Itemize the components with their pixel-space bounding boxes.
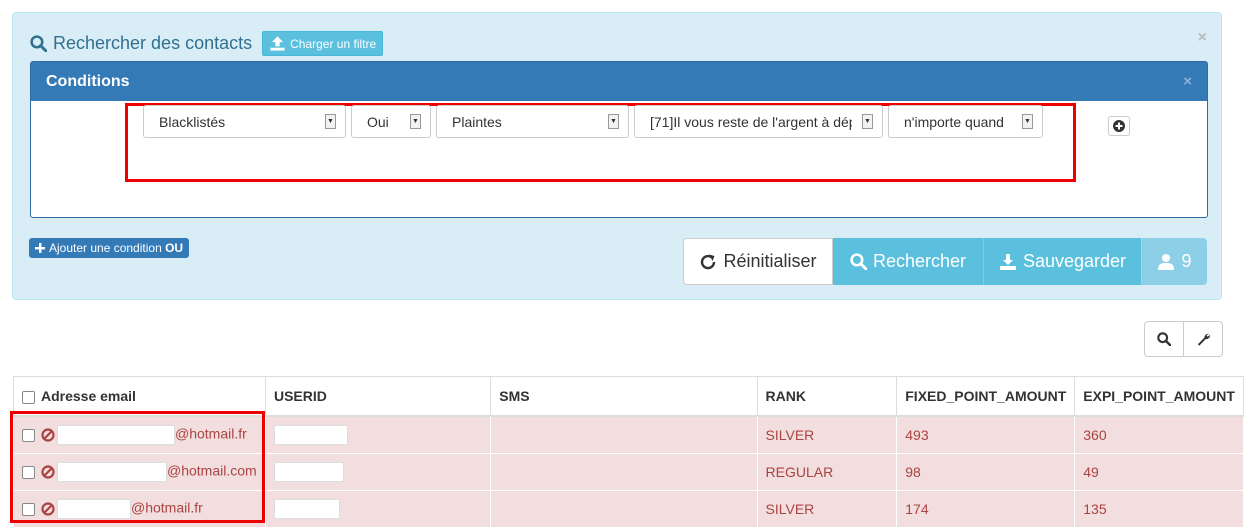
search-icon bbox=[850, 253, 867, 270]
search-icon bbox=[30, 35, 47, 52]
user-icon bbox=[1158, 253, 1175, 270]
column-label: Adresse email bbox=[41, 388, 136, 404]
column-header-expi-point[interactable]: EXPI_POINT_AMOUNT bbox=[1074, 376, 1244, 417]
save-label: Sauvegarder bbox=[1022, 251, 1127, 271]
redacted-userid bbox=[273, 499, 340, 519]
condition-select-bool[interactable]: Oui ▼ bbox=[351, 105, 431, 138]
redacted-userid bbox=[273, 425, 348, 445]
chevron-down-icon: ▼ bbox=[862, 114, 873, 129]
chevron-down-icon: ▼ bbox=[1022, 114, 1033, 129]
plus-icon bbox=[35, 243, 45, 253]
column-header-sms[interactable]: SMS bbox=[490, 376, 758, 417]
userid-cell bbox=[264, 415, 492, 454]
select-all-checkbox[interactable] bbox=[22, 390, 35, 404]
column-header-fixed-point[interactable]: FIXED_POINT_AMOUNT bbox=[896, 376, 1076, 417]
search-icon bbox=[1157, 332, 1171, 346]
table-search-button[interactable] bbox=[1145, 322, 1183, 356]
add-condition-and-button[interactable] bbox=[1108, 116, 1130, 136]
fixed-point-cell: 174 bbox=[896, 490, 1076, 528]
condition-select-type[interactable]: Plaintes ▼ bbox=[436, 105, 629, 138]
plus-circle-icon bbox=[1113, 120, 1125, 132]
upload-icon bbox=[270, 36, 285, 51]
search-button[interactable]: Rechercher bbox=[833, 238, 983, 285]
fixed-point-cell: 98 bbox=[896, 453, 1076, 491]
chevron-down-icon: ▼ bbox=[410, 114, 421, 129]
rank-cell: REGULAR bbox=[756, 453, 898, 491]
condition-select-field[interactable]: Blacklistés ▼ bbox=[143, 105, 346, 138]
search-label: Rechercher bbox=[872, 251, 967, 271]
select-value: Blacklistés bbox=[159, 113, 226, 130]
column-header-userid[interactable]: USERID bbox=[264, 376, 492, 417]
download-icon bbox=[999, 253, 1016, 270]
add-or-label: Ajouter une condition bbox=[49, 241, 166, 255]
panel-title-text: Rechercher des contacts bbox=[53, 33, 253, 53]
rank-cell: SILVER bbox=[756, 415, 898, 454]
wrench-icon bbox=[1197, 333, 1210, 346]
conditions-header: Conditions × bbox=[31, 62, 1207, 101]
select-value: Plaintes bbox=[452, 113, 502, 130]
table-tools bbox=[1144, 321, 1223, 357]
redacted-userid bbox=[273, 462, 344, 482]
chevron-down-icon: ▼ bbox=[608, 114, 619, 129]
expi-point-cell: 360 bbox=[1074, 415, 1244, 454]
contact-count: 9 bbox=[1181, 251, 1192, 271]
refresh-icon bbox=[701, 254, 716, 269]
sms-cell bbox=[490, 490, 758, 528]
condition-select-when[interactable]: n'importe quand ▼ bbox=[888, 105, 1043, 138]
load-filter-label: Charger un filtre bbox=[290, 36, 377, 51]
load-filter-button[interactable]: Charger un filtre bbox=[262, 31, 384, 56]
save-button[interactable]: Sauvegarder bbox=[983, 238, 1141, 285]
add-or-condition-button[interactable]: Ajouter une condition OU bbox=[29, 238, 190, 258]
add-or-bold: OU bbox=[165, 241, 184, 255]
fixed-point-cell: 493 bbox=[896, 415, 1076, 454]
sms-cell bbox=[490, 453, 758, 491]
rank-cell: SILVER bbox=[756, 490, 898, 528]
close-conditions-icon[interactable]: × bbox=[1183, 73, 1192, 90]
select-value: [71]Il vous reste de l'argent à dép bbox=[650, 113, 852, 130]
action-buttons: Réinitialiser Rechercher Sauvegarder 9 bbox=[683, 238, 1207, 285]
column-header-rank[interactable]: RANK bbox=[756, 376, 898, 417]
userid-cell bbox=[264, 453, 492, 491]
select-value: n'importe quand bbox=[904, 113, 1004, 130]
table-settings-button[interactable] bbox=[1183, 322, 1222, 356]
sms-cell bbox=[490, 415, 758, 454]
chevron-down-icon: ▼ bbox=[325, 114, 336, 129]
userid-cell bbox=[264, 490, 492, 528]
reset-button[interactable]: Réinitialiser bbox=[683, 238, 833, 285]
close-panel-icon[interactable]: × bbox=[1198, 29, 1207, 47]
panel-title: Rechercher des contacts Charger un filtr… bbox=[30, 31, 384, 56]
conditions-title: Conditions bbox=[46, 72, 130, 90]
condition-select-campaign[interactable]: [71]Il vous reste de l'argent à dép ▼ bbox=[634, 105, 883, 138]
contact-count-button[interactable]: 9 bbox=[1141, 238, 1207, 285]
reset-label: Réinitialiser bbox=[723, 251, 817, 271]
highlight-emails bbox=[10, 411, 265, 523]
expi-point-cell: 49 bbox=[1074, 453, 1244, 491]
select-value: Oui bbox=[367, 113, 389, 130]
expi-point-cell: 135 bbox=[1074, 490, 1244, 528]
